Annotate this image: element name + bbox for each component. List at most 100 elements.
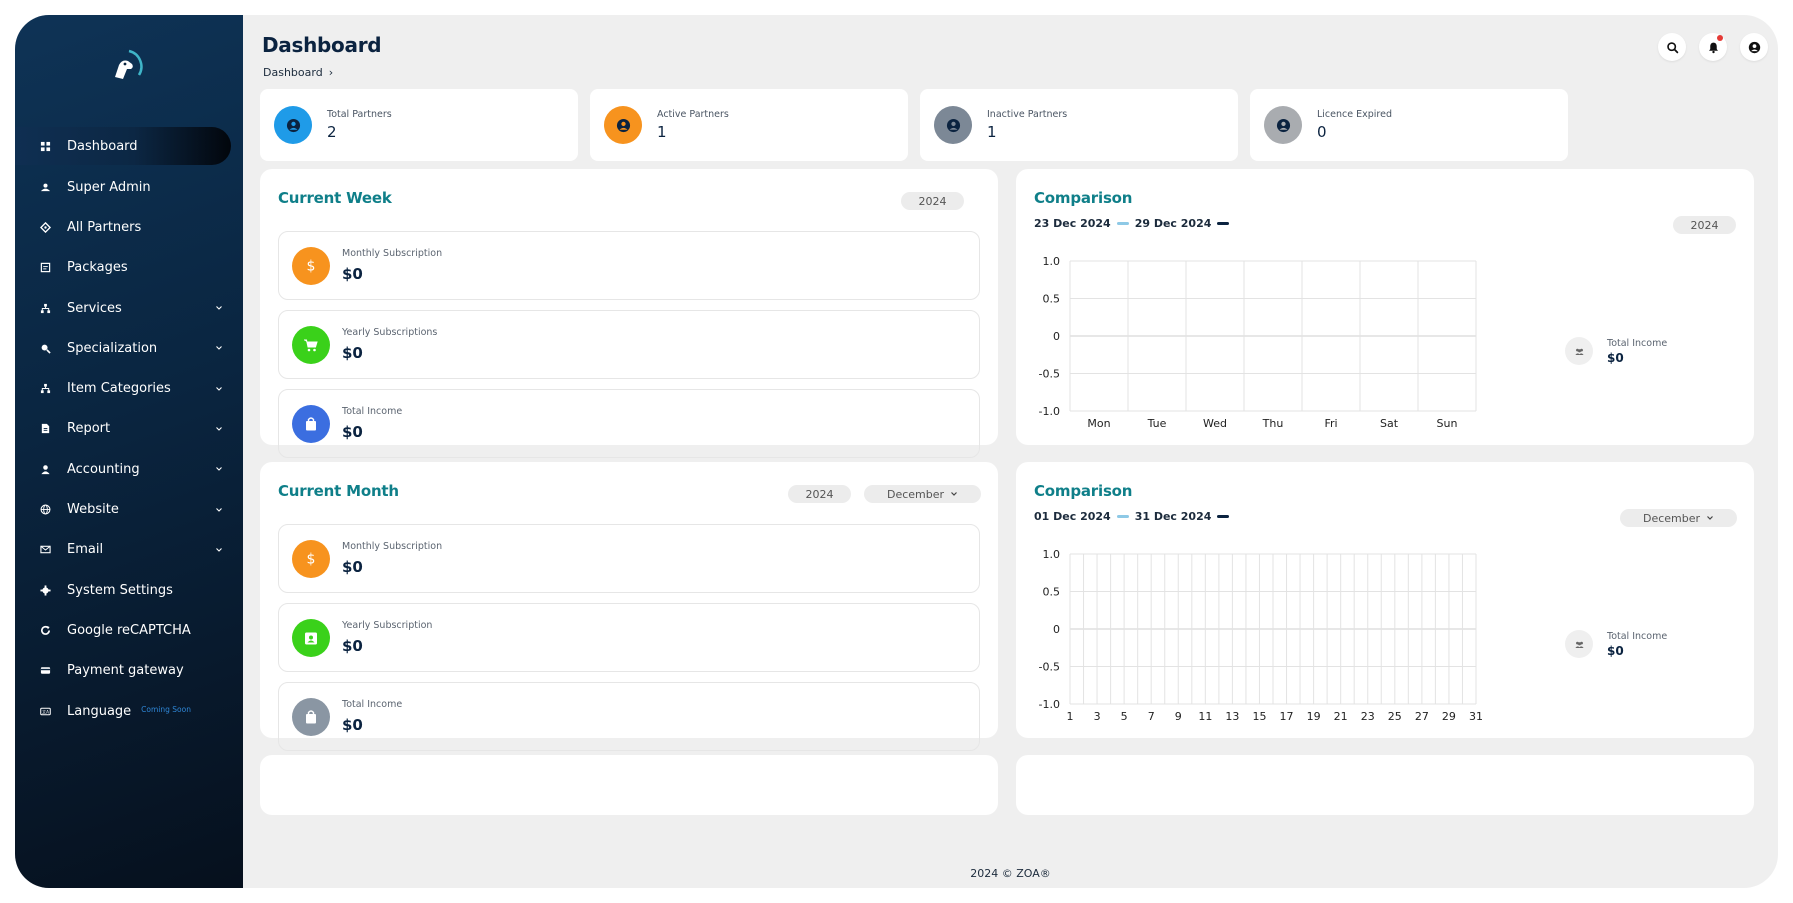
sidebar-item-email[interactable]: Email: [15, 530, 243, 570]
brand-logo[interactable]: [105, 47, 145, 87]
chevron-down-icon[interactable]: [215, 506, 223, 514]
comparison-week-year-select[interactable]: 2024: [1673, 216, 1736, 234]
chevron-down-icon[interactable]: [215, 385, 223, 393]
x-tick-label: 29: [1442, 710, 1456, 723]
income-value: $0: [1607, 350, 1624, 365]
month-select[interactable]: December: [864, 485, 981, 503]
sidebar-item-accounting[interactable]: Accounting: [15, 449, 243, 489]
chevron-down-icon[interactable]: [215, 344, 223, 352]
chevron-down-icon[interactable]: [215, 425, 223, 433]
sidebar-item-website[interactable]: Website: [15, 489, 243, 529]
y-tick-label: 0: [1053, 623, 1060, 636]
sidebar-item-label: All Partners: [67, 219, 142, 235]
sidebar-item-label: Payment gateway: [67, 663, 184, 679]
search-tag-icon: [39, 342, 51, 354]
search-button[interactable]: [1658, 33, 1686, 61]
x-tick-label: 9: [1175, 710, 1182, 723]
income-circle: [1565, 337, 1593, 365]
sidebar-item-specialization[interactable]: Specialization: [15, 328, 243, 368]
x-tick-label: Fri: [1324, 417, 1337, 430]
cart-icon: [304, 339, 318, 351]
sidebar-item-label: Accounting: [67, 461, 140, 477]
summary-row-yearly-subscriptions: Yearly Subscriptions $0: [278, 310, 980, 379]
chevron-down-icon[interactable]: [215, 304, 223, 312]
stat-icon-circle: [604, 106, 642, 144]
comparison-month-select[interactable]: December: [1620, 509, 1737, 527]
y-tick-label: 0.5: [1043, 293, 1061, 306]
stat-label: Inactive Partners: [987, 109, 1068, 120]
envelope-icon: [39, 544, 51, 556]
sidebar-item-item-categories[interactable]: Item Categories: [15, 368, 243, 408]
sidebar-item-all-partners[interactable]: All Partners: [15, 207, 243, 247]
summary-row-monthly-subscription: $ Monthly Subscription $0: [278, 231, 980, 300]
users-icon: [1574, 348, 1584, 355]
x-tick-label: Sun: [1437, 417, 1458, 430]
coming-soon-badge: Coming Soon: [141, 704, 191, 714]
sitemap-icon: [39, 383, 51, 395]
chevron-down-icon[interactable]: [215, 465, 223, 473]
stat-card-licence-expired[interactable]: Licence Expired 0: [1250, 89, 1568, 161]
sidebar-item-label: Super Admin: [67, 179, 151, 195]
globe-icon: [39, 504, 51, 516]
calendar-user-icon: [305, 632, 317, 644]
row-icon-circle: [292, 404, 330, 443]
week-year-select[interactable]: 2024: [901, 192, 964, 210]
summary-row-yearly-subscription: Yearly Subscription $0: [278, 603, 980, 672]
sidebar-item-system-settings[interactable]: System Settings: [15, 570, 243, 610]
x-tick-label: 21: [1334, 710, 1348, 723]
sidebar-item-super-admin[interactable]: Super Admin: [15, 167, 243, 207]
week-total-income: Total Income $0: [1565, 337, 1667, 365]
row-value: $0: [342, 637, 363, 655]
month-year-select[interactable]: 2024: [788, 485, 851, 503]
x-tick-label: 17: [1280, 710, 1294, 723]
sitemap-icon: [39, 302, 51, 314]
svg-text:文A: 文A: [42, 708, 49, 714]
sidebar-item-label: Packages: [67, 260, 128, 276]
sidebar-item-language[interactable]: 文A Language Coming Soon: [15, 691, 243, 731]
next-card-left: [260, 755, 998, 815]
handshake-icon: [39, 221, 51, 233]
sidebar-item-services[interactable]: Services: [15, 288, 243, 328]
x-tick-label: 27: [1415, 710, 1429, 723]
sidebar-item-label: Email: [67, 542, 104, 558]
row-icon-circle: [292, 618, 330, 657]
grid-icon: [39, 140, 51, 152]
stat-card-inactive-partners[interactable]: Inactive Partners 1: [920, 89, 1238, 161]
chevron-down-icon: [1707, 516, 1713, 520]
x-tick-label: Thu: [1262, 417, 1284, 430]
stat-card-active-partners[interactable]: Active Partners 1: [590, 89, 908, 161]
x-tick-label: 11: [1198, 710, 1212, 723]
comparison-month-card: Comparison 01 Dec 2024 31 Dec 2024 Decem…: [1016, 462, 1754, 738]
chevron-down-icon[interactable]: [215, 546, 223, 554]
row-icon-circle: [292, 697, 330, 736]
app-window: Dashboard Super Admin All Partners Packages…: [15, 15, 1778, 888]
sidebar-item-label: Google reCAPTCHA: [67, 622, 191, 638]
sidebar-item-payment-gateway[interactable]: Payment gateway: [15, 651, 243, 691]
comparison-month-value: December: [1642, 511, 1701, 525]
language-icon: 文A: [39, 705, 51, 717]
legend-range-start: 23 Dec 2024: [1034, 217, 1111, 230]
y-tick-label: -0.5: [1039, 661, 1060, 674]
sidebar-item-packages[interactable]: Packages: [15, 248, 243, 288]
sidebar-item-dashboard[interactable]: Dashboard: [15, 127, 231, 165]
row-label: Yearly Subscription: [342, 620, 433, 631]
income-label: Total Income: [1607, 337, 1668, 349]
next-card-right: [1016, 755, 1754, 815]
summary-row-total-income: Total Income $0: [278, 389, 980, 458]
y-tick-label: 1.0: [1043, 550, 1061, 561]
notifications-button[interactable]: [1699, 33, 1727, 61]
gear-icon: [39, 584, 51, 596]
week-comparison-chart: 1.0 0.5 0 -0.5 -1.0 Mon Tue Wed Thu Fri Sat Sun: [1039, 257, 1477, 430]
stat-card-total-partners[interactable]: Total Partners 2: [260, 89, 578, 161]
comparison-week-legend: 23 Dec 2024 29 Dec 2024: [1034, 217, 1230, 230]
stat-label: Total Partners: [327, 109, 392, 120]
profile-button[interactable]: [1740, 33, 1768, 61]
sidebar-item-report[interactable]: Report: [15, 409, 243, 449]
x-tick-label: 5: [1121, 710, 1128, 723]
breadcrumb-item[interactable]: Dashboard: [263, 66, 323, 79]
row-value: $0: [342, 423, 363, 441]
credit-card-icon: [39, 665, 51, 677]
user-group-icon: [39, 181, 51, 193]
sidebar-item-google-recaptcha[interactable]: Google reCAPTCHA: [15, 610, 243, 650]
row-icon-circle: [292, 325, 330, 364]
